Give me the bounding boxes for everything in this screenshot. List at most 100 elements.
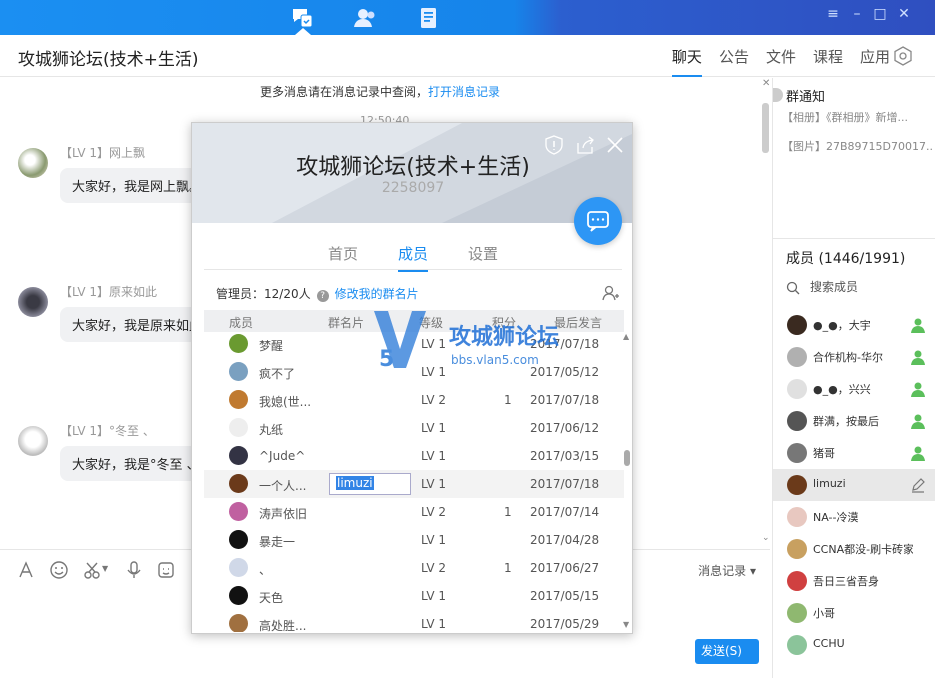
admin-badge-icon bbox=[911, 382, 925, 397]
notes-nav-icon[interactable] bbox=[408, 0, 448, 35]
member-item[interactable]: NA--冷漠 bbox=[773, 501, 935, 533]
avatar[interactable] bbox=[229, 502, 248, 521]
edit-icon[interactable] bbox=[910, 477, 926, 493]
avatar[interactable] bbox=[229, 586, 248, 605]
member-item[interactable]: CCNA都没-刷卡砖家 bbox=[773, 533, 935, 565]
scroll-thumb[interactable] bbox=[624, 450, 630, 466]
avatar[interactable] bbox=[18, 426, 48, 456]
sender-name[interactable]: 【LV 1】原来如此 bbox=[60, 283, 157, 300]
send-message-button[interactable] bbox=[574, 197, 622, 245]
contacts-nav-icon[interactable] bbox=[345, 0, 385, 35]
settings-icon[interactable] bbox=[893, 46, 913, 66]
avatar[interactable] bbox=[229, 558, 248, 577]
close-icon[interactable]: ✕ bbox=[896, 6, 912, 22]
avatar[interactable] bbox=[787, 475, 807, 495]
notice-item[interactable]: 【图片】27B89715D70017... bbox=[782, 138, 932, 154]
avatar[interactable] bbox=[229, 390, 248, 409]
member-item[interactable]: ●_●，大宇 bbox=[773, 309, 935, 341]
avatar[interactable] bbox=[787, 539, 807, 559]
scroll-thumb[interactable] bbox=[762, 103, 769, 153]
avatar[interactable] bbox=[787, 347, 807, 367]
history-button[interactable]: 消息记录 ▾ bbox=[698, 562, 756, 579]
table-row[interactable]: 天色 LV 1 2017/05/15 bbox=[204, 582, 624, 610]
table-row[interactable]: ^Jude^ LV 1 2017/03/15 bbox=[204, 442, 624, 470]
add-member-icon[interactable] bbox=[602, 285, 620, 301]
avatar[interactable] bbox=[787, 379, 807, 399]
tab-courses[interactable]: 课程 bbox=[813, 46, 843, 77]
table-row[interactable]: 一个人... limuzi LV 1 2017/07/18 bbox=[204, 470, 624, 498]
avatar[interactable] bbox=[229, 362, 248, 381]
avatar[interactable] bbox=[787, 507, 807, 527]
avatar[interactable] bbox=[229, 530, 248, 549]
chat-scrollbar[interactable]: ✕ ⌄ bbox=[762, 78, 770, 548]
sticker-icon[interactable] bbox=[156, 560, 176, 580]
minimize-icon[interactable]: – bbox=[849, 6, 865, 22]
tab-announcement[interactable]: 公告 bbox=[719, 46, 749, 77]
menu-icon[interactable]: ≡ bbox=[825, 6, 841, 22]
tab-files[interactable]: 文件 bbox=[766, 46, 796, 77]
scroll-down-icon[interactable]: ▼ bbox=[623, 620, 629, 629]
send-label: 发送(S) bbox=[701, 644, 742, 658]
scroll-down-icon[interactable]: ⌄ bbox=[762, 533, 770, 543]
avatar[interactable] bbox=[18, 287, 48, 317]
member-item[interactable]: limuzi bbox=[773, 469, 935, 501]
member-item[interactable]: 小哥 bbox=[773, 597, 935, 629]
maximize-icon[interactable]: □ bbox=[872, 6, 888, 22]
avatar[interactable] bbox=[787, 635, 807, 655]
collapse-handle-icon[interactable] bbox=[773, 88, 783, 102]
avatar[interactable] bbox=[229, 614, 248, 632]
send-button[interactable]: 发送(S) ▼ bbox=[695, 639, 759, 683]
member-search[interactable]: 搜索成员 bbox=[786, 278, 858, 295]
avatar[interactable] bbox=[229, 474, 248, 493]
avatar[interactable] bbox=[787, 571, 807, 591]
microphone-icon[interactable] bbox=[124, 560, 144, 580]
tab-apps[interactable]: 应用 bbox=[860, 46, 890, 77]
member-item[interactable]: 猪哥 bbox=[773, 437, 935, 469]
table-row[interactable]: 涛声依旧 LV 2 1 2017/07/14 bbox=[204, 498, 624, 526]
avatar[interactable] bbox=[18, 148, 48, 178]
table-row[interactable]: 我媳(世... LV 2 1 2017/07/18 bbox=[204, 386, 624, 414]
avatar[interactable] bbox=[787, 603, 807, 623]
font-icon[interactable] bbox=[16, 560, 36, 580]
member-item[interactable]: 合作机构-华尔 bbox=[773, 341, 935, 373]
sender-name[interactable]: 【LV 1】°冬至 、 bbox=[60, 422, 155, 439]
table-row[interactable]: 、 LV 2 1 2017/06/27 bbox=[204, 554, 624, 582]
col-member[interactable]: 成员 bbox=[229, 314, 253, 331]
table-row[interactable]: 丸纸 LV 1 2017/06/12 bbox=[204, 414, 624, 442]
card-name-input[interactable]: limuzi bbox=[329, 473, 411, 495]
avatar[interactable] bbox=[787, 411, 807, 431]
avatar[interactable] bbox=[229, 446, 248, 465]
avatar[interactable] bbox=[229, 334, 248, 353]
avatar[interactable] bbox=[787, 443, 807, 463]
emoji-icon[interactable] bbox=[49, 560, 69, 580]
member-item[interactable]: 群满，按最后 bbox=[773, 405, 935, 437]
notice-item[interactable]: 【相册】《群相册》新增... bbox=[782, 109, 932, 125]
card-tab-home[interactable]: 首页 bbox=[328, 243, 358, 272]
sender-name[interactable]: 【LV 1】网上飘 bbox=[60, 144, 145, 161]
avatar[interactable] bbox=[787, 315, 807, 335]
screenshot-icon[interactable] bbox=[82, 560, 102, 580]
avatar[interactable] bbox=[229, 418, 248, 437]
scroll-close-icon[interactable]: ✕ bbox=[762, 78, 770, 89]
member-item[interactable]: ●_●，兴兴 bbox=[773, 373, 935, 405]
open-history-link[interactable]: 打开消息记录 bbox=[428, 85, 500, 99]
member-level: LV 1 bbox=[421, 617, 447, 631]
help-icon[interactable]: ? bbox=[316, 290, 329, 302]
screenshot-dropdown-icon[interactable]: ▼ bbox=[102, 564, 108, 573]
tab-chat[interactable]: 聊天 bbox=[671, 46, 702, 77]
table-scrollbar[interactable]: ▲ ▼ bbox=[623, 332, 631, 632]
send-dropdown-icon[interactable]: ▼ bbox=[709, 673, 716, 683]
card-close-icon[interactable] bbox=[605, 135, 625, 155]
table-row[interactable]: 高处胜... LV 1 2017/05/29 bbox=[204, 610, 624, 632]
report-icon[interactable] bbox=[544, 135, 564, 155]
share-icon[interactable] bbox=[575, 135, 595, 155]
member-item[interactable]: CCHU bbox=[773, 629, 935, 661]
col-card[interactable]: 群名片 bbox=[328, 314, 364, 331]
card-tab-members[interactable]: 成员 bbox=[397, 243, 428, 272]
card-tab-settings[interactable]: 设置 bbox=[468, 243, 498, 272]
member-item[interactable]: 吾日三省吾身 bbox=[773, 565, 935, 597]
table-row[interactable]: 暴走一 LV 1 2017/04/28 bbox=[204, 526, 624, 554]
edit-card-link[interactable]: 修改我的群名片 bbox=[335, 287, 419, 301]
members-count: 成员 (1446/1991) bbox=[786, 251, 906, 267]
scroll-up-icon[interactable]: ▲ bbox=[623, 332, 629, 341]
